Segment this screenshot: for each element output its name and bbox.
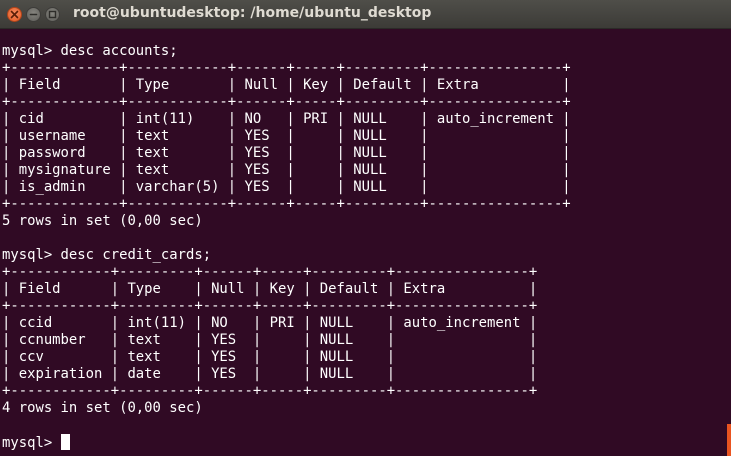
terminal-line: +-------------+------------+------+-----… <box>2 60 571 76</box>
terminal-line: | Field | Type | Null | Key | Default | … <box>2 77 571 93</box>
terminal-line: 4 rows in set (0,00 sec) <box>2 400 203 416</box>
terminal-line: +------------+---------+------+-----+---… <box>2 264 538 280</box>
terminal-line: | ccv | text | YES | | NULL | | <box>2 349 538 365</box>
terminal-line: | ccid | int(11) | NO | PRI | NULL | aut… <box>2 315 538 331</box>
terminal-output[interactable]: mysql> desc accounts; +-------------+----… <box>2 43 571 451</box>
maximize-icon <box>48 10 57 19</box>
terminal-line: | is_admin | varchar(5) | YES | | NULL |… <box>2 179 571 195</box>
terminal-line: +------------+---------+------+-----+---… <box>2 298 538 314</box>
terminal-line: | username | text | YES | | NULL | | <box>2 128 571 144</box>
close-icon <box>10 10 19 19</box>
terminal-line: mysql> desc credit_cards; <box>2 247 212 263</box>
minimize-icon <box>29 13 38 16</box>
terminal-line: | Field | Type | Null | Key | Default | … <box>2 281 538 297</box>
terminal-area[interactable]: mysql> desc accounts; +-------------+----… <box>0 29 725 456</box>
maximize-button[interactable] <box>45 7 60 22</box>
minimize-button[interactable] <box>26 7 41 22</box>
terminal-line: | password | text | YES | | NULL | | <box>2 145 571 161</box>
terminal-line: | cid | int(11) | NO | PRI | NULL | auto… <box>2 111 571 127</box>
terminal-line: +------------+---------+------+-----+---… <box>2 383 538 399</box>
terminal-line: mysql> desc accounts; <box>2 43 178 59</box>
title-bar[interactable]: root@ubuntudesktop: /home/ubuntu_desktop <box>0 0 731 29</box>
text-cursor <box>60 434 70 450</box>
terminal-line: 5 rows in set (0,00 sec) <box>2 213 203 229</box>
terminal-line: | mysignature | text | YES | | NULL | | <box>2 162 571 178</box>
close-button[interactable] <box>7 7 22 22</box>
mysql-prompt: mysql> <box>2 435 61 451</box>
terminal-line: +-------------+------------+------+-----… <box>2 94 571 110</box>
terminal-line: | ccnumber | text | YES | | NULL | | <box>2 332 538 348</box>
terminal-window: root@ubuntudesktop: /home/ubuntu_desktop… <box>0 0 731 456</box>
prompt-line[interactable]: mysql> <box>2 434 571 451</box>
window-title: root@ubuntudesktop: /home/ubuntu_desktop <box>73 5 432 21</box>
scrollbar[interactable] <box>725 29 731 456</box>
terminal-line: +-------------+------------+------+-----… <box>2 196 571 212</box>
terminal-line: | expiration | date | YES | | NULL | | <box>2 366 538 382</box>
scrollbar-thumb[interactable] <box>727 424 731 456</box>
